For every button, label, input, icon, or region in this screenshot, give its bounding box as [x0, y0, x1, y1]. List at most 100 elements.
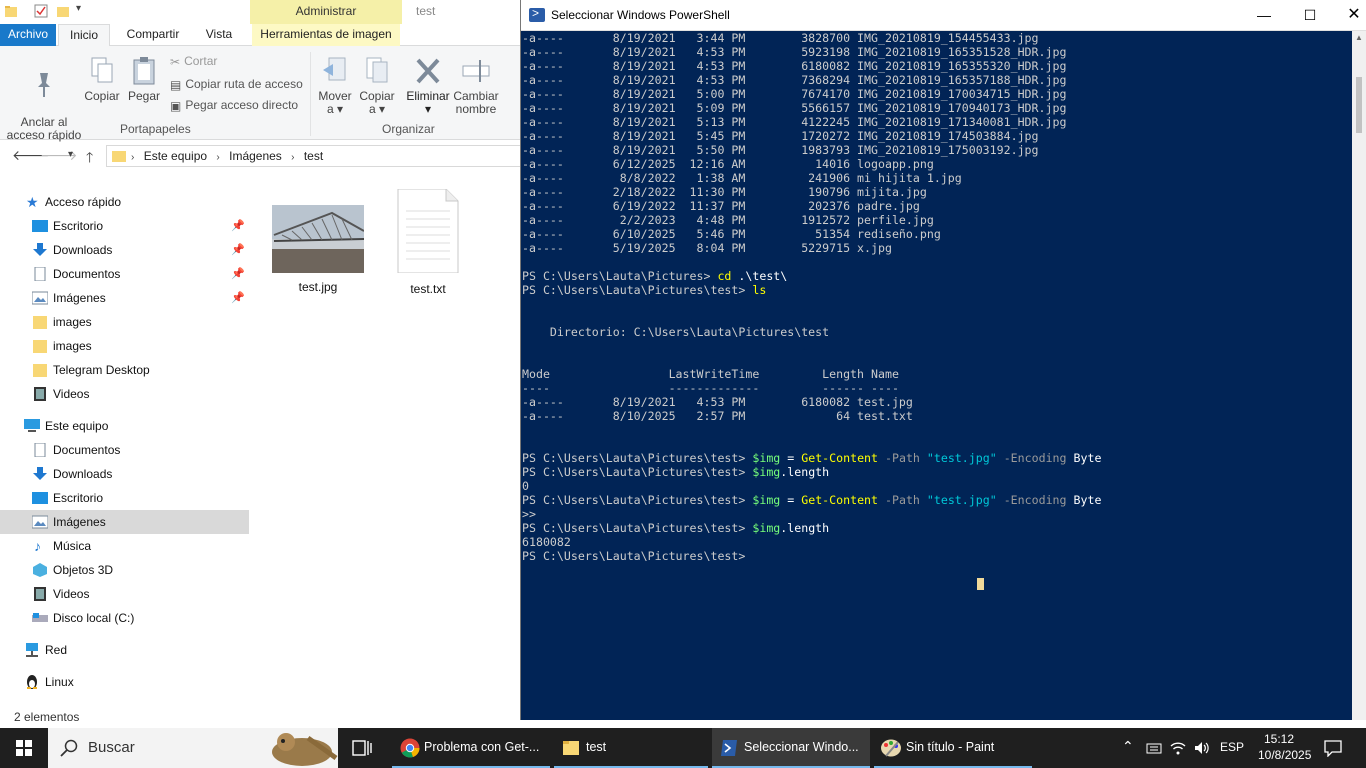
nav-pc-escritorio[interactable]: Escritorio	[0, 486, 249, 510]
document-icon	[34, 267, 46, 281]
taskbar-app-explorer[interactable]: test	[554, 728, 708, 768]
nav-este-equipo[interactable]: Este equipo	[0, 414, 249, 438]
rename-button[interactable]: Cambiar nombre	[452, 56, 500, 116]
status-bar: 2 elementos	[14, 710, 80, 724]
nav-downloads[interactable]: Downloads 📌	[0, 238, 249, 262]
nav-pc-imagenes[interactable]: Imágenes	[0, 510, 249, 534]
delete-button[interactable]: Eliminar ▾	[404, 56, 452, 116]
tab-compartir[interactable]: Compartir	[116, 24, 190, 46]
copy-button[interactable]: Copiar	[84, 56, 120, 103]
paste-shortcut-button[interactable]: ▣ Pegar acceso directo	[170, 96, 298, 114]
address-bar-row: 🡐 🡒 ▾ 🡑 › Este equipo › Imágenes › test	[0, 141, 520, 171]
nav-pc-downloads[interactable]: Downloads	[0, 462, 249, 486]
nav-imagenes[interactable]: Imágenes 📌	[0, 286, 249, 310]
task-view-icon	[352, 740, 372, 756]
nav-documentos[interactable]: Documentos 📌	[0, 262, 249, 286]
qat-dropdown-icon[interactable]: ▾	[76, 3, 81, 14]
dir-listing-row: -a---- 8/19/2021 4:53 PM 6180082 test.jp…	[522, 395, 913, 409]
copy-path-button[interactable]: ▤ Copiar ruta de acceso	[170, 75, 303, 93]
group-organizar-label: Organizar	[382, 122, 435, 136]
paint-palette-icon	[881, 739, 901, 757]
pin-icon[interactable]: 📌	[231, 238, 245, 262]
nav-pc-videos[interactable]: Videos	[0, 582, 249, 606]
task-view-button[interactable]	[340, 728, 388, 768]
nav-pc-objetos-3d[interactable]: Objetos 3D	[0, 558, 249, 582]
minimize-icon[interactable]: —	[1241, 0, 1287, 31]
input-language-indicator[interactable]: ESP	[1220, 740, 1244, 754]
tab-archivo[interactable]: Archivo	[0, 24, 56, 46]
paste-button[interactable]: Pegar	[126, 56, 162, 103]
search-icon	[60, 739, 78, 757]
clock-time[interactable]: 15:12	[1264, 732, 1294, 746]
scrollbar-thumb[interactable]	[1356, 77, 1362, 133]
powershell-titlebar[interactable]: > Seleccionar Windows PowerShell — ☐ ✕	[521, 0, 1366, 31]
nav-images[interactable]: images	[0, 310, 249, 334]
start-button[interactable]	[0, 728, 48, 768]
pin-quick-access-button[interactable]: Anclar al acceso rápido	[6, 56, 82, 142]
breadcrumb-imagenes[interactable]: Imágenes	[229, 146, 282, 166]
breadcrumb-este-equipo[interactable]: Este equipo	[144, 146, 207, 166]
taskbar-app-chrome[interactable]: Problema con Get-...	[392, 728, 550, 768]
new-folder-icon[interactable]	[56, 4, 70, 18]
nav-images[interactable]: images	[0, 334, 249, 358]
show-hidden-icons-chevron-up-icon[interactable]: ⌃	[1122, 738, 1134, 755]
breadcrumb-separator[interactable]: ›	[131, 148, 134, 168]
tab-herramientas-imagen[interactable]: Herramientas de imagen	[252, 24, 400, 46]
video-icon	[34, 587, 46, 601]
dir-listing-row: -a---- 8/8/2022 1:38 AM 241906 mi hijita…	[522, 171, 962, 185]
nav-telegram-desktop[interactable]: Telegram Desktop	[0, 358, 249, 382]
chrome-icon	[400, 738, 420, 758]
tab-inicio[interactable]: Inicio	[58, 24, 110, 46]
pin-icon[interactable]: 📌	[231, 214, 245, 238]
nav-escritorio[interactable]: Escritorio 📌	[0, 214, 249, 238]
dir-listing-row: -a---- 8/19/2021 4:53 PM 5923198 IMG_202…	[522, 45, 1067, 59]
dir-listing-row: -a---- 8/10/2025 2:57 PM 64 test.txt	[522, 409, 913, 423]
admin-context-tab[interactable]: Administrar	[250, 0, 402, 24]
breadcrumb-separator[interactable]: ›	[216, 148, 219, 168]
nav-pc-documentos[interactable]: Documentos	[0, 438, 249, 462]
close-icon[interactable]: ✕	[1331, 0, 1366, 31]
nav-pc-disco-local[interactable]: Disco local (C:)	[0, 606, 249, 630]
up-arrow-icon[interactable]: 🡑	[86, 147, 93, 171]
copy-to-button[interactable]: Copiar a ▾	[358, 56, 396, 116]
folder-icon	[33, 364, 47, 377]
breadcrumb-test[interactable]: test	[304, 146, 323, 166]
properties-icon[interactable]	[34, 4, 48, 18]
move-to-button[interactable]: Mover a ▾	[316, 56, 354, 116]
wifi-icon[interactable]	[1170, 740, 1186, 756]
folder-icon[interactable]	[4, 4, 18, 18]
nav-red[interactable]: Red	[0, 638, 249, 662]
taskbar-app-powershell[interactable]: Seleccionar Windo...	[712, 728, 870, 768]
powershell-window[interactable]: > Seleccionar Windows PowerShell — ☐ ✕ -…	[520, 0, 1366, 720]
network-icon	[26, 643, 38, 657]
nav-pc-musica[interactable]: ♪ Música	[0, 534, 249, 558]
console-output[interactable]: -a---- 8/19/2021 3:44 PM 3828700 IMG_202…	[521, 31, 1353, 720]
pin-icon[interactable]: 📌	[231, 286, 245, 310]
pin-icon[interactable]: 📌	[231, 262, 245, 286]
maximize-icon[interactable]: ☐	[1287, 0, 1333, 31]
recent-locations-icon[interactable]: ▾	[68, 149, 73, 160]
cut-button[interactable]: ✂ Cortar	[170, 52, 217, 70]
nav-acceso-rapido[interactable]: ★ Acceso rápido	[0, 190, 249, 214]
scroll-up-icon[interactable]: ▲	[1355, 33, 1363, 42]
nav-linux[interactable]: Linux	[0, 670, 249, 694]
text-cursor	[977, 578, 984, 590]
paste-shortcut-icon: ▣	[170, 98, 182, 113]
notifications-icon[interactable]	[1324, 739, 1342, 757]
address-bar[interactable]: › Este equipo › Imágenes › test	[106, 145, 520, 167]
taskbar-search-box[interactable]: Buscar	[48, 728, 338, 768]
file-item-test-txt[interactable]: test.txt	[386, 188, 470, 296]
keyboard-input-icon[interactable]	[1146, 740, 1162, 756]
taskbar-app-paint[interactable]: Sin título - Paint	[874, 728, 1032, 768]
nav-videos[interactable]: Videos	[0, 382, 249, 406]
console-scrollbar[interactable]: ▲	[1352, 31, 1366, 720]
clock-date[interactable]: 10/8/2025	[1258, 748, 1311, 762]
tab-vista[interactable]: Vista	[194, 24, 244, 46]
breadcrumb-separator[interactable]: ›	[291, 148, 294, 168]
file-item-test-jpg[interactable]: test.jpg	[270, 205, 366, 294]
volume-icon[interactable]	[1194, 740, 1210, 756]
